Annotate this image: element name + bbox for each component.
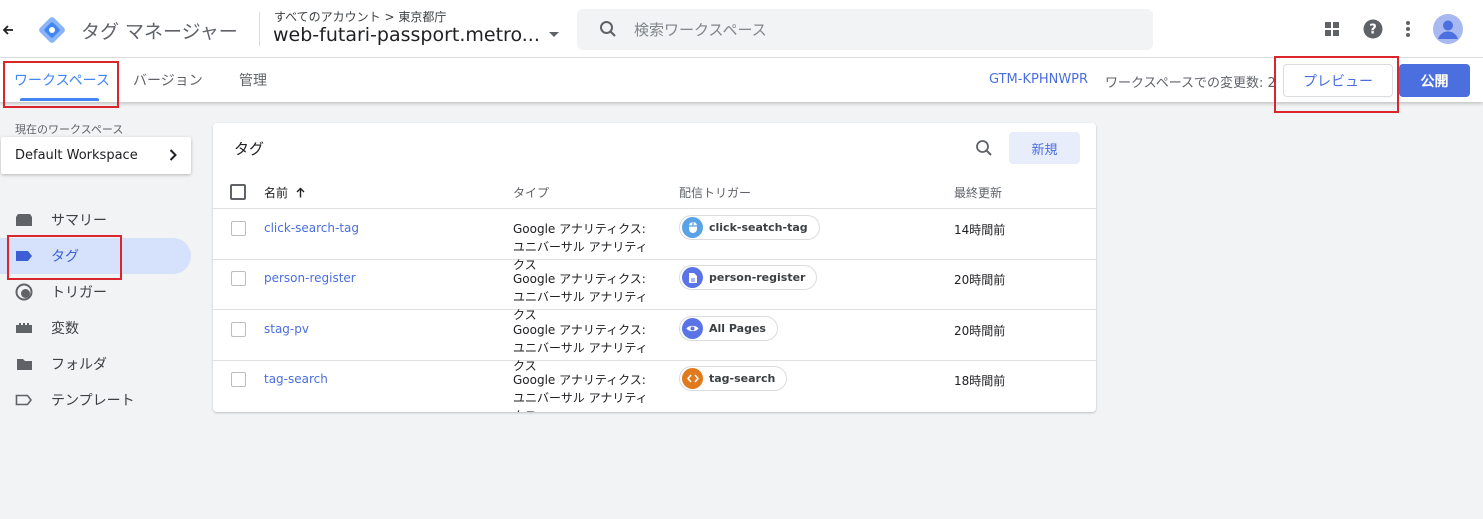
select-all-checkbox[interactable] xyxy=(230,184,246,200)
eye-icon xyxy=(682,318,703,339)
row-checkbox[interactable] xyxy=(231,322,246,337)
trigger-label: All Pages xyxy=(709,322,766,335)
help-icon[interactable]: ? xyxy=(1363,19,1383,39)
variable-icon xyxy=(15,320,33,336)
tab-versions[interactable]: バージョン xyxy=(133,58,203,102)
sidebar-item-label: サマリー xyxy=(51,213,107,229)
sidebar-item-label: フォルダ xyxy=(51,357,107,373)
search-input[interactable] xyxy=(634,9,1134,50)
trigger-chip[interactable]: click-seatch-tag xyxy=(679,215,820,240)
column-header-updated[interactable]: 最終更新 xyxy=(954,184,1002,201)
header-divider xyxy=(259,12,260,46)
sidebar-item-templates[interactable]: テンプレート xyxy=(0,382,191,418)
tag-manager-logo-icon xyxy=(38,16,66,44)
current-workspace-label: 現在のワークスペース xyxy=(15,123,124,136)
sidebar-item-tags[interactable]: タグ xyxy=(0,238,191,274)
chevron-right-icon xyxy=(169,149,177,165)
tag-name-link[interactable]: person-register xyxy=(264,271,356,285)
tag-name-link[interactable]: tag-search xyxy=(264,372,328,386)
sidebar-item-variables[interactable]: 変数 xyxy=(0,310,191,346)
tag-type: Google アナリティクス: ユニバーサル アナリティクス xyxy=(513,373,648,412)
trigger-icon xyxy=(15,283,33,301)
publish-button[interactable]: 公開 xyxy=(1399,64,1470,97)
apps-grid-icon[interactable] xyxy=(1323,20,1341,38)
row-checkbox[interactable] xyxy=(231,271,246,286)
svg-text:?: ? xyxy=(1369,23,1377,38)
table-row[interactable]: person-register Google アナリティクス: ユニバーサル ア… xyxy=(213,260,1096,322)
sort-ascending-icon xyxy=(296,187,305,198)
last-updated: 20時間前 xyxy=(954,273,1006,287)
container-name[interactable]: web-futari-passport.metro.... xyxy=(273,24,541,46)
last-updated: 18時間前 xyxy=(954,374,1006,388)
summary-icon xyxy=(15,212,33,228)
workspace-changes-count: ワークスペースでの変更数: 2 xyxy=(1105,76,1276,91)
tag-icon xyxy=(15,248,33,264)
trigger-chip[interactable]: person-register xyxy=(679,265,818,290)
table-row[interactable]: click-search-tag Google アナリティクス: ユニバーサル … xyxy=(213,210,1096,272)
new-tag-button[interactable]: 新規 xyxy=(1009,132,1080,164)
row-checkbox[interactable] xyxy=(231,221,246,236)
workspace-name: Default Workspace xyxy=(15,148,138,163)
folder-icon xyxy=(15,356,33,372)
trigger-label: tag-search xyxy=(709,372,776,385)
container-dropdown-icon[interactable] xyxy=(549,32,559,37)
sidebar-item-summary[interactable]: サマリー xyxy=(0,202,191,238)
workspace-selector[interactable]: Default Workspace xyxy=(1,137,191,174)
table-header: 名前 タイプ 配信トリガー 最終更新 xyxy=(213,175,1096,209)
workspace-subbar: ワークスペース バージョン 管理 GTM-KPHNWPR ワークスペースでの変更… xyxy=(0,58,1483,102)
table-row[interactable]: tag-search Google アナリティクス: ユニバーサル アナリティク… xyxy=(213,361,1096,412)
document-icon xyxy=(682,267,703,288)
template-icon xyxy=(15,392,33,408)
product-name: タグ マネージャー xyxy=(81,21,238,43)
column-header-trigger[interactable]: 配信トリガー xyxy=(679,184,751,201)
workspace-search[interactable] xyxy=(577,9,1153,50)
table-row[interactable]: stag-pv Google アナリティクス: ユニバーサル アナリティクス A… xyxy=(213,311,1096,373)
sidebar-item-triggers[interactable]: トリガー xyxy=(0,274,191,310)
trigger-label: click-seatch-tag xyxy=(709,221,808,234)
active-tab-indicator xyxy=(20,98,99,101)
sidebar-item-label: タグ xyxy=(51,249,79,265)
search-icon xyxy=(599,20,617,42)
search-icon[interactable] xyxy=(975,139,993,161)
tags-card-title: タグ xyxy=(234,140,265,158)
column-header-name[interactable]: 名前 xyxy=(264,184,305,201)
column-header-type[interactable]: タイプ xyxy=(513,184,549,201)
more-vert-icon[interactable] xyxy=(1402,19,1414,39)
last-updated: 20時間前 xyxy=(954,324,1006,338)
back-arrow-icon[interactable] xyxy=(0,20,16,40)
last-updated: 14時間前 xyxy=(954,223,1006,237)
click-icon xyxy=(682,217,703,238)
trigger-chip[interactable]: tag-search xyxy=(679,366,788,391)
account-breadcrumb[interactable]: すべてのアカウント > 東京都庁 xyxy=(274,8,446,25)
sidebar-item-label: 変数 xyxy=(51,321,79,337)
top-bar: タグ マネージャー すべてのアカウント > 東京都庁 web-futari-pa… xyxy=(0,0,1483,58)
sidebar-item-label: トリガー xyxy=(51,285,107,301)
tags-card: タグ 新規 名前 タイプ 配信トリガー 最終更新 click-search-ta… xyxy=(213,123,1096,412)
sidebar-item-folders[interactable]: フォルダ xyxy=(0,346,191,382)
container-id-link[interactable]: GTM-KPHNWPR xyxy=(989,72,1088,87)
trigger-chip[interactable]: All Pages xyxy=(679,316,778,341)
row-checkbox[interactable] xyxy=(231,372,246,387)
column-header-label: 名前 xyxy=(264,186,289,200)
preview-button[interactable]: プレビュー xyxy=(1283,64,1393,97)
trigger-label: person-register xyxy=(709,271,806,284)
tab-admin[interactable]: 管理 xyxy=(239,58,267,102)
tab-workspace[interactable]: ワークスペース xyxy=(14,58,110,102)
account-avatar-icon[interactable] xyxy=(1433,14,1463,44)
tag-name-link[interactable]: click-search-tag xyxy=(264,221,359,235)
code-icon xyxy=(682,368,703,389)
sidebar-item-label: テンプレート xyxy=(51,393,135,409)
tag-name-link[interactable]: stag-pv xyxy=(264,322,309,336)
